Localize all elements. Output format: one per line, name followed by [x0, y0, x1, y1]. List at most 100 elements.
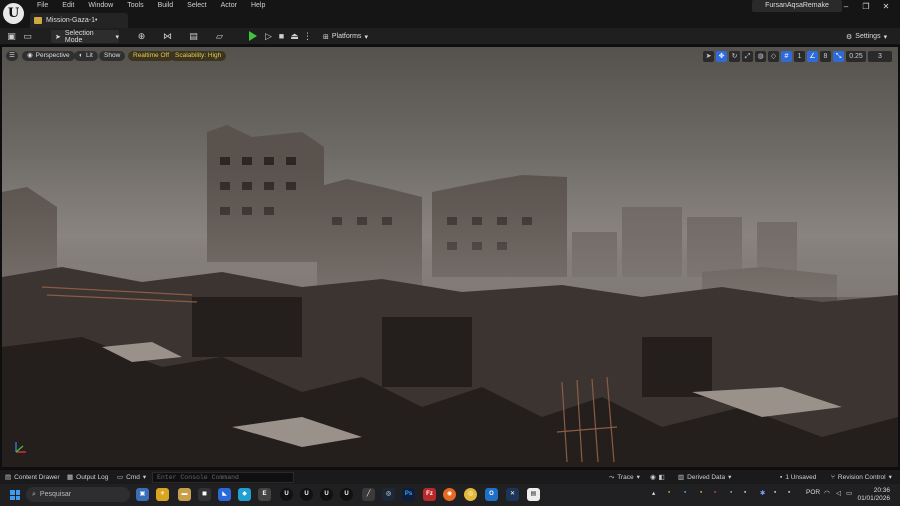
play-icon[interactable]	[249, 31, 257, 41]
show-dropdown[interactable]: Show	[99, 51, 126, 61]
menu-tools[interactable]: Tools	[120, 1, 150, 11]
tray-app-icon-4[interactable]: ▪	[714, 489, 716, 496]
taskbar-search[interactable]: ⌕ Pesquisar	[26, 487, 130, 502]
menu-help[interactable]: Help	[244, 1, 272, 11]
world-space-icon[interactable]: ◍	[755, 51, 766, 62]
save-icon[interactable]: ▣	[6, 31, 17, 42]
derived-data-dropdown[interactable]: ▥ Derived Data ▾	[678, 472, 731, 483]
bluetooth-icon[interactable]: ✱	[760, 489, 765, 497]
menu-file[interactable]: File	[30, 1, 55, 11]
cursor-icon: ➤	[55, 33, 61, 41]
volume-icon[interactable]: ◁	[836, 489, 841, 497]
output-log-button[interactable]: ▦ Output Log	[67, 472, 108, 483]
scale-snap-icon[interactable]: ⤡	[833, 51, 844, 62]
stop-icon[interactable]: ■	[276, 31, 287, 42]
drawer-icon: ▤	[5, 474, 12, 481]
chevron-down-icon: ▾	[142, 474, 147, 481]
steam-icon[interactable]: ◎	[382, 488, 395, 501]
selection-mode-dropdown[interactable]: ➤ Selection Mode ▾	[51, 30, 119, 44]
tray-app-icon-6[interactable]: ▪	[744, 489, 746, 496]
level-viewport[interactable]: ☰ ◉ Perspective ◐ Lit Show Realtime Off Sc…	[2, 47, 898, 467]
unreal-engine-icon-1[interactable]: U	[280, 488, 293, 501]
scalability-badge[interactable]: Scalability: High	[170, 51, 227, 61]
select-tool-icon[interactable]: ➤	[703, 51, 714, 62]
record-icon[interactable]: ◉	[650, 472, 656, 483]
revision-control-dropdown[interactable]: ⑂ Revision Control ▾	[831, 472, 892, 483]
minimize-icon[interactable]: –	[836, 1, 856, 13]
tray-app-icon-8[interactable]: ▪	[788, 489, 790, 496]
content-drawer-button[interactable]: ▤ Content Drawer	[5, 472, 60, 483]
angle-snap-icon[interactable]: ∠	[807, 51, 818, 62]
vscode-icon[interactable]: ◣	[218, 488, 231, 501]
unreal-logo-icon[interactable]: U	[3, 3, 24, 24]
tray-app-icon-5[interactable]: ▪	[730, 489, 732, 496]
tray-app-icon-7[interactable]: ▪	[774, 489, 776, 496]
outlook-icon[interactable]: O	[485, 488, 498, 501]
console-input[interactable]: Enter Console Command	[152, 472, 294, 483]
file-explorer-icon[interactable]: ▬	[178, 488, 191, 501]
tray-chevron-icon[interactable]: ▴	[652, 489, 655, 497]
tray-app-icon-1[interactable]: ▪	[668, 489, 670, 496]
translate-tool-icon[interactable]: ✥	[716, 51, 727, 62]
filezilla-icon[interactable]: Fz	[423, 488, 436, 501]
menu-build[interactable]: Build	[151, 1, 181, 11]
store-icon[interactable]: ◼	[198, 488, 211, 501]
wifi-icon[interactable]: ◠	[824, 489, 830, 497]
maximize-icon[interactable]: ❐	[856, 1, 876, 13]
menu-actor[interactable]: Actor	[214, 1, 244, 11]
battery-icon[interactable]: ▭	[846, 489, 852, 497]
scale-snap-value[interactable]: 0.25	[846, 51, 866, 62]
language-indicator[interactable]: POR	[806, 489, 820, 496]
unreal-engine-icon-4[interactable]: U	[340, 488, 353, 501]
eject-icon[interactable]: ⏏	[289, 31, 300, 42]
app-x-icon[interactable]: ✕	[506, 488, 519, 501]
grid-snap-value[interactable]: 1	[794, 51, 805, 62]
record-buttons[interactable]: ◉ ◧	[650, 472, 665, 483]
taskbar-clock[interactable]: 20:36 01/01/2026	[856, 487, 890, 503]
browse-icon[interactable]: ▭	[22, 31, 33, 42]
platforms-dropdown[interactable]: ⊞ Platforms ▾	[323, 30, 375, 43]
advance-frame-icon[interactable]: ▷	[263, 31, 274, 42]
unreal-engine-icon-2[interactable]: U	[300, 488, 313, 501]
document-icon[interactable]: ▤	[527, 488, 540, 501]
firefox-icon[interactable]: ◉	[443, 488, 456, 501]
tray-app-icon-3[interactable]: ▪	[700, 489, 702, 496]
close-icon[interactable]: ✕	[876, 1, 896, 13]
viewport-menu-button[interactable]: ☰	[6, 51, 18, 61]
angle-snap-value[interactable]: 8	[820, 51, 831, 62]
photoshop-icon[interactable]: Ps	[402, 488, 415, 501]
cinematics-icon[interactable]: ▤	[188, 31, 199, 42]
more-options-icon[interactable]: ⋮	[302, 31, 313, 42]
menu-edit[interactable]: Edit	[55, 1, 81, 11]
perspective-dropdown[interactable]: ◉ Perspective	[22, 51, 75, 61]
surface-snap-icon[interactable]: ◇	[768, 51, 779, 62]
task-view-icon[interactable]: ▣	[136, 488, 149, 501]
unreal-engine-icon-3[interactable]: U	[320, 488, 333, 501]
document-tab[interactable]: Mission-Gaza-1•	[30, 13, 128, 28]
derived-data-label: Derived Data	[687, 474, 726, 481]
windows-start-icon[interactable]	[10, 490, 20, 500]
screenshot-icon[interactable]: ◧	[659, 472, 665, 483]
realtime-badge[interactable]: Realtime Off	[128, 51, 175, 61]
tray-app-icon-2[interactable]: ▪	[684, 489, 686, 496]
blueprint-icon[interactable]: ⋈	[162, 31, 173, 42]
add-actor-icon[interactable]: ⊕	[136, 31, 147, 42]
trace-dropdown[interactable]: ⤳ Trace ▾	[609, 472, 640, 483]
weather-widget-icon[interactable]: ☀	[156, 488, 169, 501]
rotate-tool-icon[interactable]: ↻	[729, 51, 740, 62]
app-cube-icon[interactable]: ◆	[238, 488, 251, 501]
mode-icon[interactable]: ▱	[214, 31, 225, 42]
unsaved-button[interactable]: ▪ 1 Unsaved	[780, 472, 816, 483]
menu-window[interactable]: Window	[81, 1, 120, 11]
menu-select[interactable]: Select	[180, 1, 213, 11]
grid-snap-icon[interactable]: #	[781, 51, 792, 62]
lit-dropdown[interactable]: ◐ Lit	[74, 51, 98, 61]
chrome-icon[interactable]: ◎	[464, 488, 477, 501]
log-icon: ▦	[67, 474, 74, 481]
epic-games-icon[interactable]: E	[258, 488, 271, 501]
tool-icon[interactable]: ╱	[362, 488, 375, 501]
camera-speed-button[interactable]: 3	[868, 51, 892, 62]
cmd-dropdown[interactable]: ▭ Cmd ▾	[117, 472, 146, 483]
settings-button[interactable]: ⚙ Settings ▾	[846, 30, 896, 43]
scale-tool-icon[interactable]: ⤢	[742, 51, 753, 62]
